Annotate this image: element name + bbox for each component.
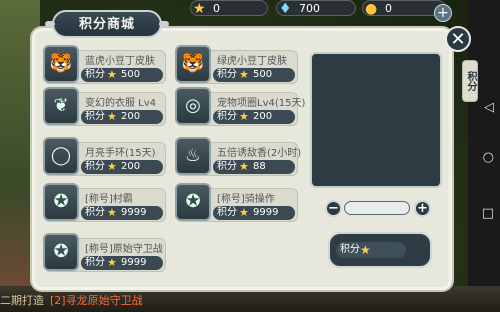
item-price: 9999 — [253, 207, 279, 218]
star-icon: ★ — [239, 160, 249, 173]
shop-item-card[interactable]: ❦ 变幻的衣服 Lv4 积分 ★ 200 — [43, 87, 166, 126]
price-bar: 积分 ★ 9999 — [81, 256, 163, 270]
bracelet-icon: ◯ — [43, 137, 79, 175]
item-price: 9999 — [121, 207, 147, 218]
star-resource: ★ 0 — [190, 0, 268, 17]
item-price: 200 — [121, 161, 141, 172]
chat-text: 二期打造 [2]寻龙原始守卫战 — [0, 294, 143, 307]
item-price: 200 — [253, 111, 273, 122]
collar-icon: ◎ — [175, 87, 211, 125]
buy-label: 积分 — [340, 244, 360, 255]
item-name: [称号]村霸 — [85, 194, 133, 205]
recent-nav-icon[interactable]: □ — [482, 206, 494, 221]
increase-quantity-button[interactable]: + — [414, 200, 431, 217]
item-detail-panel — [310, 52, 442, 188]
price-bar: 积分 ★ 88 — [213, 160, 295, 174]
item-name: [称号]原始守卫战 — [85, 244, 163, 255]
star-icon: ★ — [107, 256, 117, 269]
item-price: 200 — [121, 111, 141, 122]
back-nav-icon[interactable]: ◁ — [484, 100, 494, 115]
star-icon: ★ — [107, 68, 117, 81]
price-label: 积分 — [217, 207, 237, 218]
diamond-resource: ♦ 700 — [276, 0, 356, 17]
title-badge-icon: ✪ — [43, 183, 79, 221]
star-icon: ★ — [107, 110, 117, 123]
price-bar: 积分 ★ 9999 — [213, 206, 295, 220]
price-bar: 积分 ★ 200 — [81, 160, 163, 174]
android-nav-bar: ◁ ○ □ — [468, 0, 500, 312]
price-label: 积分 — [85, 207, 105, 218]
item-name: 月亮手环(15天) — [85, 148, 156, 159]
incense-icon: ♨ — [175, 137, 211, 175]
item-name: 宠物项圈Lv4(15天) — [217, 98, 306, 109]
item-name: 蓝虎小豆丁皮肤 — [85, 56, 155, 67]
star-icon: ★ — [239, 110, 249, 123]
price-label: 积分 — [217, 161, 237, 172]
tab-points[interactable]: 积分 — [462, 60, 478, 102]
price-bar: 积分 ★ 200 — [81, 110, 163, 124]
price-label: 积分 — [217, 111, 237, 122]
item-price: 88 — [253, 161, 266, 172]
shop-item-card[interactable]: 🐯 蓝虎小豆丁皮肤 积分 ★ 500 — [43, 45, 166, 84]
shop-item-card[interactable]: ✪ [称号]村霸 积分 ★ 9999 — [43, 183, 166, 222]
title-badge-icon: ✪ — [175, 183, 211, 221]
diamond-icon: ♦ — [279, 1, 292, 17]
star-icon: ★ — [239, 68, 249, 81]
shop-item-card[interactable]: ✪ [称号]骑操作 积分 ★ 9999 — [175, 183, 298, 222]
tiger-skin-icon: 🐯 — [175, 45, 211, 83]
price-label: 积分 — [85, 161, 105, 172]
tiger-skin-icon: 🐯 — [43, 45, 79, 83]
price-bar: 积分 ★ 500 — [213, 68, 295, 82]
title-badge-icon: ✪ — [43, 233, 79, 271]
quantity-input[interactable] — [344, 201, 410, 215]
item-price: 9999 — [121, 257, 147, 268]
item-price: 500 — [253, 69, 273, 80]
item-name: [称号]骑操作 — [217, 194, 275, 205]
shop-item-card[interactable]: 🐯 绿虎小豆丁皮肤 积分 ★ 500 — [175, 45, 298, 84]
price-bar: 积分 ★ 9999 — [81, 206, 163, 220]
item-price: 500 — [121, 69, 141, 80]
price-label: 积分 — [85, 257, 105, 268]
item-name: 绿虎小豆丁皮肤 — [217, 56, 287, 67]
shop-item-card[interactable]: ◯ 月亮手环(15天) 积分 ★ 200 — [43, 137, 166, 176]
dialog-title: 积分商城 — [45, 10, 169, 38]
item-name: 五倍诱敌香(2小时) — [217, 148, 302, 159]
price-bar: 积分 ★ 200 — [213, 110, 295, 124]
star-icon: ★ — [239, 206, 249, 219]
shop-item-card[interactable]: ◎ 宠物项圈Lv4(15天) 积分 ★ 200 — [175, 87, 305, 126]
item-name: 变幻的衣服 Lv4 — [85, 98, 157, 109]
price-label: 积分 — [217, 69, 237, 80]
price-label: 积分 — [85, 111, 105, 122]
close-button[interactable]: ✕ — [445, 26, 471, 52]
shop-item-card[interactable]: ♨ 五倍诱敌香(2小时) 积分 ★ 88 — [175, 137, 302, 176]
home-nav-icon[interactable]: ○ — [483, 150, 494, 165]
decrease-quantity-button[interactable]: − — [325, 200, 342, 217]
add-currency-button[interactable]: + — [434, 4, 452, 22]
price-label: 积分 — [85, 69, 105, 80]
coin-icon: ● — [365, 1, 378, 17]
star-icon: ★ — [360, 243, 371, 257]
clothes-icon: ❦ — [43, 87, 79, 125]
price-bar: 积分 ★ 500 — [81, 68, 163, 82]
star-icon: ★ — [107, 160, 117, 173]
buy-button[interactable]: 积分 ★ — [328, 232, 432, 268]
star-icon: ★ — [107, 206, 117, 219]
star-icon: ★ — [193, 1, 206, 17]
shop-item-card[interactable]: ✪ [称号]原始守卫战 积分 ★ 9999 — [43, 233, 166, 272]
